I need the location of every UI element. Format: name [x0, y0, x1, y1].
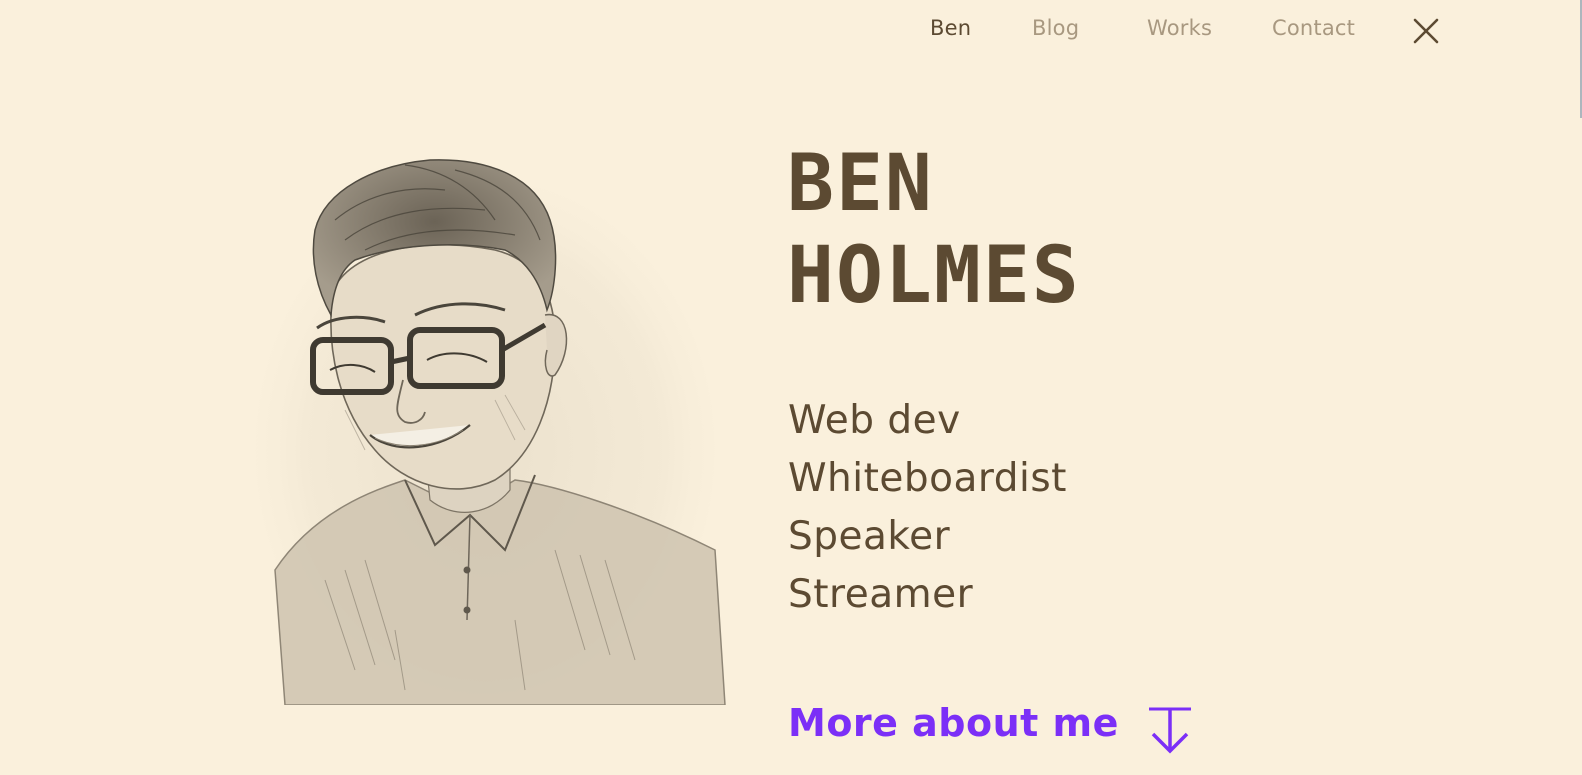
role-item: Speaker	[788, 514, 951, 559]
nav-link-blog[interactable]: Blog	[1032, 16, 1079, 40]
nav-link-ben[interactable]: Ben	[930, 16, 971, 40]
portrait-sketch	[255, 150, 730, 720]
nav-link-works[interactable]: Works	[1147, 16, 1212, 40]
page-title: BEN HOLMES	[787, 138, 1081, 322]
role-item: Web dev	[788, 398, 961, 443]
arrow-down-icon	[1148, 707, 1191, 754]
name-first: BEN	[787, 139, 934, 229]
page: Ben Blog Works Contact BEN HOLMES Web de…	[0, 0, 1582, 775]
more-about-me-label: More about me	[788, 701, 1119, 745]
more-about-me-link[interactable]: More about me	[788, 692, 1193, 754]
roles-list: Web dev Whiteboardist Speaker Streamer	[788, 392, 1067, 624]
nav-link-contact[interactable]: Contact	[1272, 16, 1355, 40]
close-icon[interactable]	[1412, 17, 1440, 45]
name-last: HOLMES	[787, 231, 1081, 321]
role-item: Streamer	[788, 572, 974, 617]
role-item: Whiteboardist	[788, 456, 1067, 501]
